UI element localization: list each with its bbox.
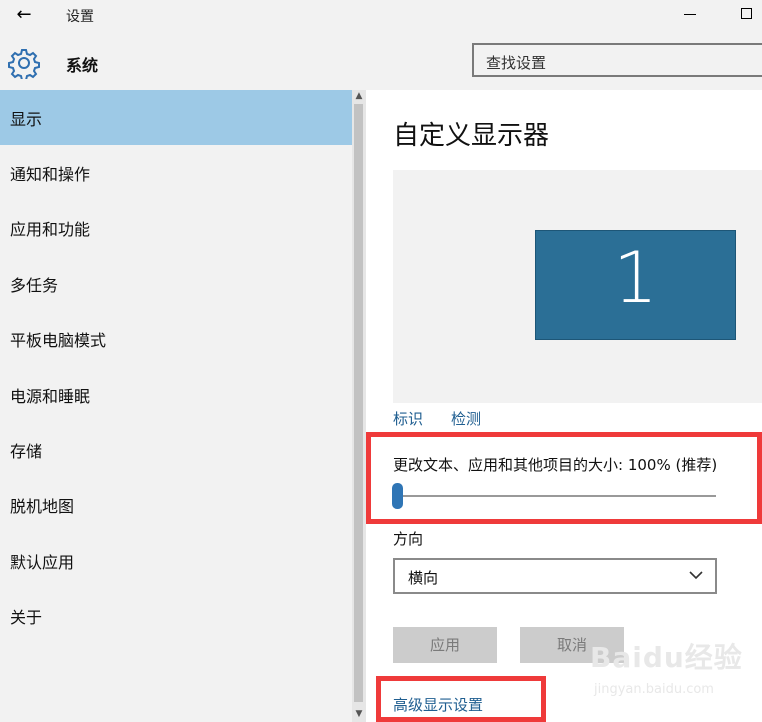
sidebar-item-label: 通知和操作 xyxy=(10,165,91,184)
sidebar-item-display[interactable]: 显示 xyxy=(0,90,352,145)
sidebar-item-label: 平板电脑模式 xyxy=(10,331,107,350)
apply-button[interactable]: 应用 xyxy=(393,627,497,663)
section-title: 系统 xyxy=(66,56,99,75)
gear-icon xyxy=(8,49,40,79)
orientation-label: 方向 xyxy=(393,530,424,548)
scale-label: 更改文本、应用和其他项目的大小: 100% (推荐) xyxy=(393,456,718,474)
sidebar: 显示 通知和操作 应用和功能 多任务 平板电脑模式 电源和睡眠 存储 脱机地图 … xyxy=(0,90,352,722)
window-title: 设置 xyxy=(66,9,94,25)
sidebar-item-notifications[interactable]: 通知和操作 xyxy=(0,145,352,200)
back-button[interactable]: ← xyxy=(12,4,36,26)
advanced-display-settings-link[interactable]: 高级显示设置 xyxy=(393,694,483,715)
scroll-down-arrow-icon[interactable]: ▼ xyxy=(353,708,365,720)
watermark-logo: Baidu经验 xyxy=(590,641,743,674)
sidebar-item-power-sleep[interactable]: 电源和睡眠 xyxy=(0,367,352,422)
sidebar-item-multitasking[interactable]: 多任务 xyxy=(0,256,352,311)
monitor-tile[interactable]: 1 xyxy=(535,230,736,340)
watermark-url: jingyan.baidu.com xyxy=(594,682,714,697)
sidebar-item-label: 脱机地图 xyxy=(10,497,75,516)
search-input[interactable]: 查找设置 xyxy=(472,43,762,77)
baidu-watermark: Baidu经验 jingyan.baidu.com xyxy=(590,634,762,708)
sidebar-item-storage[interactable]: 存储 xyxy=(0,422,352,477)
detect-link[interactable]: 检测 xyxy=(451,408,481,429)
page-title: 自定义显示器 xyxy=(393,121,550,151)
scale-slider-track[interactable] xyxy=(398,495,716,497)
sidebar-item-label: 多任务 xyxy=(10,276,59,295)
identify-link[interactable]: 标识 xyxy=(393,408,423,429)
scrollbar-thumb[interactable] xyxy=(354,104,363,702)
orientation-dropdown[interactable]: 横向 xyxy=(393,558,717,594)
sidebar-item-offline-maps[interactable]: 脱机地图 xyxy=(0,477,352,532)
sidebar-item-about[interactable]: 关于 xyxy=(0,588,352,643)
sidebar-item-label: 关于 xyxy=(10,608,43,627)
scroll-up-arrow-icon[interactable]: ▲ xyxy=(353,90,365,102)
sidebar-item-label: 电源和睡眠 xyxy=(10,387,91,406)
sidebar-item-tablet-mode[interactable]: 平板电脑模式 xyxy=(0,311,352,366)
back-arrow-icon: ← xyxy=(16,4,32,25)
sidebar-item-label: 默认应用 xyxy=(10,553,75,572)
minimize-button[interactable] xyxy=(676,4,704,26)
sidebar-item-apps-features[interactable]: 应用和功能 xyxy=(0,200,352,255)
orientation-value: 横向 xyxy=(408,569,439,587)
maximize-button[interactable] xyxy=(741,8,752,19)
monitor-number: 1 xyxy=(613,237,658,319)
sidebar-item-label: 应用和功能 xyxy=(10,220,91,239)
sidebar-item-label: 存储 xyxy=(10,442,43,461)
chevron-down-icon xyxy=(689,571,703,580)
highlight-box-scale xyxy=(366,432,762,524)
sidebar-item-label: 显示 xyxy=(10,110,43,129)
title-bar xyxy=(0,0,762,32)
scale-slider-thumb[interactable] xyxy=(392,483,403,509)
search-placeholder: 查找设置 xyxy=(486,54,547,72)
minimize-icon xyxy=(684,14,696,15)
sidebar-item-default-apps[interactable]: 默认应用 xyxy=(0,533,352,588)
